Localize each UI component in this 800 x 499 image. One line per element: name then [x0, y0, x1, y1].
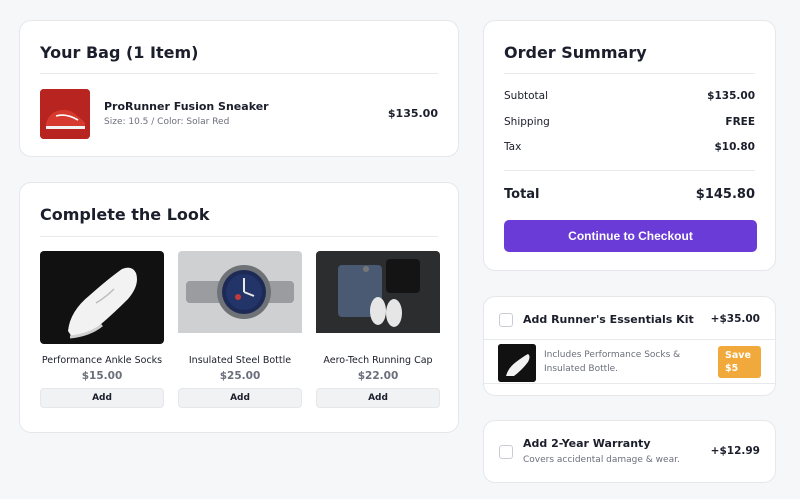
warranty-subtitle: Covers accidental damage & wear. [523, 455, 680, 465]
summary-label: Subtotal [504, 90, 548, 102]
summary-total: Total $145.80 [504, 187, 755, 202]
summary-row-tax: Tax $10.80 [504, 141, 755, 153]
divider [504, 170, 755, 171]
kit-description-line2: Insulated Bottle. [544, 364, 619, 374]
kit-checkbox[interactable] [499, 313, 513, 327]
summary-value: $135.00 [707, 90, 755, 102]
warranty-card: Add 2-Year Warranty Covers accidental da… [483, 420, 776, 483]
recommendation-image[interactable] [178, 251, 302, 344]
divider [40, 236, 438, 237]
badge-line1: Save [725, 350, 751, 361]
recommendation-item: Insulated Steel Bottle $25.00 Add [178, 251, 302, 408]
save-badge: Save $5 [718, 346, 761, 378]
add-recommendation-button[interactable]: Add [316, 388, 440, 408]
recommendation-item: Aero-Tech Running Cap $22.00 Add [316, 251, 440, 408]
bag-card: Your Bag (1 Item) ProRunner Fusion Sneak… [19, 20, 459, 157]
recommendation-name: Insulated Steel Bottle [188, 355, 292, 366]
essentials-kit-card: Add Runner's Essentials Kit +$35.00 Incl… [483, 296, 776, 396]
bag-title: Your Bag (1 Item) [40, 43, 199, 62]
bag-item-price: $135.00 [387, 107, 438, 120]
badge-line2: $5 [725, 363, 739, 374]
bag-item-image[interactable] [40, 89, 90, 139]
warranty-title: Add 2-Year Warranty [523, 437, 651, 450]
bag-item-name[interactable]: ProRunner Fusion Sneaker [104, 100, 269, 113]
summary-row-subtotal: Subtotal $135.00 [504, 90, 755, 102]
recommendation-name: Performance Ankle Socks [41, 355, 163, 366]
summary-label: Shipping [504, 116, 550, 128]
warranty-price: +$12.99 [710, 445, 760, 457]
recommendation-item: Performance Ankle Socks $15.00 Add [40, 251, 164, 408]
summary-value: FREE [725, 116, 755, 128]
recommendation-name: Aero-Tech Running Cap [323, 355, 433, 366]
add-recommendation-button[interactable]: Add [178, 388, 302, 408]
kit-price: +$35.00 [710, 313, 760, 325]
warranty-checkbox[interactable] [499, 445, 513, 459]
look-title: Complete the Look [40, 205, 210, 224]
kit-image [498, 344, 536, 382]
recommendation-price: $25.00 [219, 370, 261, 382]
summary-row-shipping: Shipping FREE [504, 116, 755, 128]
summary-label: Tax [504, 141, 522, 153]
kit-description-line1: Includes Performance Socks & [544, 350, 681, 360]
add-recommendation-button[interactable]: Add [40, 388, 164, 408]
kit-title: Add Runner's Essentials Kit [523, 313, 694, 326]
complete-look-card: Complete the Look Performance Ankle Sock… [19, 182, 459, 433]
recommendation-image[interactable] [40, 251, 164, 344]
summary-title: Order Summary [504, 43, 647, 62]
divider [504, 73, 755, 74]
bag-item-meta: Size: 10.5 / Color: Solar Red [104, 117, 230, 127]
recommendation-price: $15.00 [81, 370, 123, 382]
recommendation-price: $22.00 [357, 370, 399, 382]
recommendation-image[interactable] [316, 251, 440, 344]
order-summary-card: Order Summary Subtotal $135.00 Shipping … [483, 20, 776, 271]
checkout-button[interactable]: Continue to Checkout [504, 220, 757, 252]
summary-value: $10.80 [714, 141, 755, 153]
total-value: $145.80 [695, 187, 755, 202]
divider [40, 73, 438, 74]
total-label: Total [504, 187, 540, 202]
